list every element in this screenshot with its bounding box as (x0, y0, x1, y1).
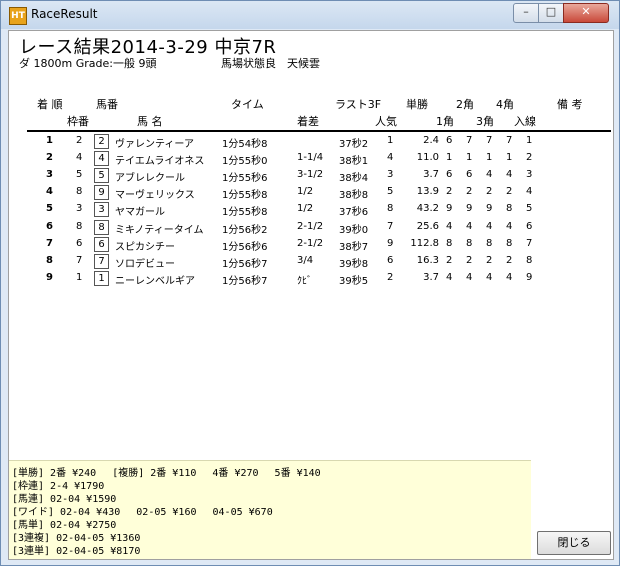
horse-number-box: 4 (94, 151, 109, 167)
app-window: HT RaceResult – □ ✕ レース結果2014-3-29 中京7R … (0, 0, 620, 566)
corner-4-cell: 8 (506, 203, 513, 215)
corner-2-cell: 1 (466, 152, 473, 164)
corner-1-cell: 8 (446, 237, 453, 249)
header-margin: 着差 (297, 115, 319, 128)
finish-line-cell: 5 (526, 203, 533, 215)
horse-number-box: 8 (94, 219, 109, 235)
minimize-button[interactable]: – (513, 3, 539, 23)
corner-3-cell: 1 (486, 152, 493, 164)
finish-line-cell: 4 (526, 186, 533, 198)
header-remarks: 備 考 (557, 98, 583, 111)
track-condition: 馬場状態良 天候雲 (221, 57, 320, 70)
close-window-button[interactable]: ✕ (563, 3, 609, 23)
corner-2-cell: 8 (466, 237, 473, 249)
corner-3-cell: 2 (486, 254, 493, 266)
win-odds-cell: 43.2 (416, 203, 439, 215)
corner-2-cell: 9 (466, 203, 473, 215)
corner-4-cell: 2 (506, 186, 513, 198)
header-finish-line: 入線 (514, 115, 536, 128)
corner-2-cell: 4 (466, 271, 473, 283)
corner-4-cell: 7 (506, 135, 513, 146)
horse-number-box: 2 (94, 134, 109, 149)
corner-1-cell: 9 (446, 203, 453, 215)
horse-number-box: 9 (94, 185, 109, 201)
win-odds-cell: 112.8 (410, 237, 439, 249)
header-finish-pos: 着 順 (37, 98, 63, 111)
header-corner-2: 2角 (456, 98, 474, 111)
win-odds-cell: 25.6 (416, 220, 439, 232)
win-odds-cell: 13.9 (416, 186, 439, 198)
corner-3-cell: 2 (486, 186, 493, 198)
header-horse-number: 馬番 (96, 98, 118, 111)
corner-4-cell: 4 (506, 271, 513, 283)
corner-4-cell: 4 (506, 220, 513, 232)
corner-1-cell: 2 (446, 254, 453, 266)
corner-3-cell: 9 (486, 203, 493, 215)
corner-1-cell: 4 (446, 271, 453, 283)
horse-number-box: 3 (94, 202, 109, 218)
finish-line-cell: 1 (526, 135, 533, 146)
corner-1-cell: 2 (446, 186, 453, 198)
corner-4-cell: 2 (506, 254, 513, 266)
finish-line-cell: 6 (526, 220, 533, 232)
header-corner-1: 1角 (436, 115, 454, 128)
app-logo-icon: HT (9, 7, 27, 25)
header-divider (27, 130, 611, 132)
corner-1-cell: 6 (446, 135, 453, 146)
win-odds-cell: 16.3 (416, 254, 439, 266)
header-frame-number: 枠番 (67, 115, 89, 128)
payout-trifecta: [3連単] 02-04-05 ¥8170 (12, 546, 141, 557)
horse-number-box: 6 (94, 236, 109, 252)
close-button[interactable]: 閉じる (537, 531, 611, 555)
corner-2-cell: 4 (466, 220, 473, 232)
corner-1-cell: 4 (446, 220, 453, 232)
corner-2-cell: 6 (466, 169, 473, 181)
horse-number-box: 7 (94, 253, 109, 269)
corner-3-cell: 4 (486, 169, 493, 181)
finish-line-cell: 2 (526, 152, 533, 164)
course-info: ダ 1800m Grade:一般 9頭 (19, 57, 157, 70)
win-odds-cell: 11.0 (416, 152, 439, 164)
horse-number-box: 5 (94, 168, 109, 184)
header-corner-3: 3角 (476, 115, 494, 128)
finish-line-cell: 8 (526, 254, 533, 266)
header-time: タイム (231, 98, 264, 111)
title-bar[interactable]: HT RaceResult – □ ✕ (1, 1, 619, 29)
corner-2-cell: 2 (466, 186, 473, 198)
corner-1-cell: 1 (446, 152, 453, 164)
finish-line-cell: 7 (526, 237, 533, 249)
corner-3-cell: 8 (486, 237, 493, 249)
header-corner-4: 4角 (496, 98, 514, 111)
win-odds-cell: 3.7 (423, 169, 439, 181)
result-panel: レース結果2014-3-29 中京7R ダ 1800m Grade:一般 9頭 … (8, 30, 614, 560)
corner-4-cell: 4 (506, 169, 513, 181)
win-odds-cell: 3.7 (423, 271, 439, 283)
horse-number-box: 1 (94, 270, 109, 286)
header-win-odds: 単勝 (406, 98, 428, 111)
corner-3-cell: 7 (486, 135, 493, 146)
corner-2-cell: 7 (466, 135, 473, 146)
window-title: RaceResult (31, 7, 98, 21)
corner-1-cell: 6 (446, 169, 453, 181)
maximize-button[interactable]: □ (538, 3, 564, 23)
finish-line-cell: 9 (526, 271, 533, 283)
win-odds-cell: 2.4 (423, 135, 439, 146)
corner-4-cell: 1 (506, 152, 513, 164)
header-popularity: 人気 (375, 115, 397, 128)
payout-panel: [単勝] 2番 ¥240 [複勝] 2番 ¥110 4番 ¥270 5番 ¥14… (9, 460, 531, 559)
corner-3-cell: 4 (486, 271, 493, 283)
finish-line-cell: 3 (526, 169, 533, 181)
header-horse-name: 馬 名 (137, 115, 163, 128)
corner-4-cell: 8 (506, 237, 513, 249)
corner-3-cell: 4 (486, 220, 493, 232)
header-last-3f: ラスト3F (335, 98, 382, 111)
corner-2-cell: 2 (466, 254, 473, 266)
